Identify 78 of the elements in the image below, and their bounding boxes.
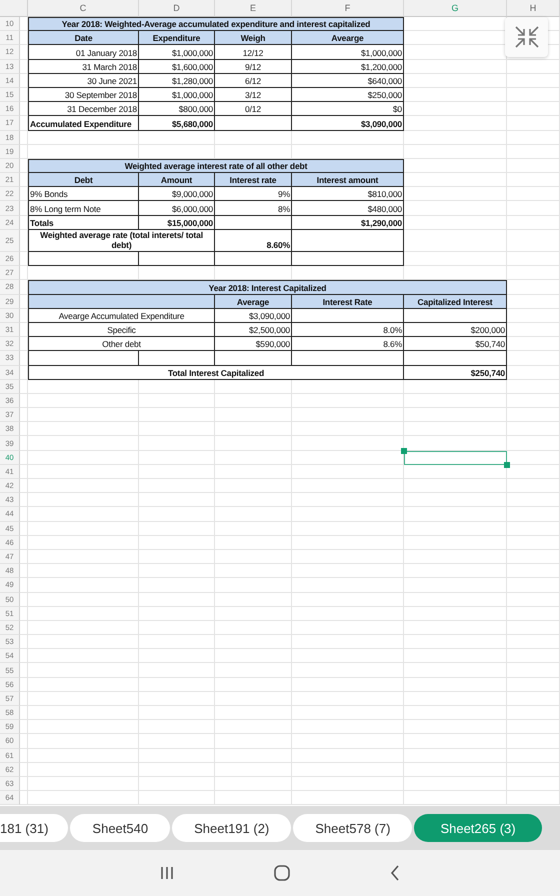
column-title: Interest Rate	[292, 294, 404, 309]
table-cell: Weighted average rate (total interets/ total debt)	[28, 230, 215, 252]
column-title: Capitalized Interest	[404, 294, 507, 309]
table-cell: Other debt	[28, 337, 215, 352]
sheet-tab[interactable]: Sheet578 (7)	[293, 814, 412, 842]
table-cell: Specific	[28, 322, 215, 338]
table-cell: 9%	[215, 187, 292, 202]
table-cell: $5,680,000	[139, 116, 215, 130]
table-cell: $480,000	[292, 201, 404, 216]
table-cell: $250,740	[404, 366, 507, 380]
column-header[interactable]: H	[507, 0, 560, 17]
table-cell: $1,290,000	[292, 216, 404, 230]
table-cell: 01 January 2018	[28, 45, 139, 60]
table-cell: 8.0%	[292, 322, 404, 338]
table-title: Year 2018: Weighted-Average accumulated expenditure and interest capitalized	[28, 17, 404, 32]
table-cell: $1,600,000	[139, 60, 215, 74]
table-cell: $200,000	[404, 322, 507, 338]
sheet-tab[interactable]: Sheet540	[70, 814, 170, 842]
column-title: Avearge	[292, 31, 404, 46]
table-cell: $1,000,000	[139, 45, 215, 60]
back-icon[interactable]	[390, 865, 400, 881]
table-cell: $800,000	[139, 102, 215, 116]
table-cell: 6/12	[215, 74, 292, 88]
column-title: Interest amount	[292, 173, 404, 188]
column-title: Amount	[139, 173, 215, 188]
table-cell: $3,090,000	[215, 308, 292, 323]
column-header[interactable]: E	[215, 0, 292, 17]
table-title: Year 2018: Interest Capitalized	[28, 280, 507, 295]
column-header[interactable]: C	[28, 0, 139, 17]
table-cell: 9/12	[215, 60, 292, 74]
table-cell: 30 June 2021	[28, 74, 139, 88]
column-title: Average	[215, 294, 292, 309]
collapse-icon[interactable]	[505, 17, 548, 57]
column-title: Debt	[28, 173, 139, 188]
table-cell: 8%	[215, 201, 292, 216]
table-cell: $250,000	[292, 88, 404, 102]
table-cell: 31 December 2018	[28, 102, 139, 116]
column-title: Interest rate	[215, 173, 292, 188]
recent-apps-icon[interactable]	[160, 866, 174, 880]
table-cell: 9% Bonds	[28, 187, 139, 202]
table-cell: $1,000,000	[139, 88, 215, 102]
column-header[interactable]: G	[404, 0, 507, 17]
table-cell: $1,000,000	[292, 45, 404, 60]
table-cell: $3,090,000	[292, 116, 404, 130]
table-cell: 0/12	[215, 102, 292, 116]
table-cell: $2,500,000	[215, 322, 292, 338]
table-cell: 3/12	[215, 88, 292, 102]
table-cell: $9,000,000	[139, 187, 215, 202]
sheet-tab[interactable]: Sheet191 (2)	[172, 814, 292, 842]
table-title: Weighted average interest rate of all other debt	[28, 158, 404, 174]
column-title: Weigh	[215, 31, 292, 46]
table-cell: 30 September 2018	[28, 88, 139, 102]
sheet-tab[interactable]: 181 (31)	[0, 814, 68, 842]
table-cell: $50,740	[404, 337, 507, 352]
cell-selection[interactable]	[401, 448, 510, 468]
table-cell: $1,280,000	[139, 74, 215, 88]
column-header[interactable]: D	[139, 0, 215, 17]
table-cell: 8.6%	[292, 337, 404, 352]
table-cell: $810,000	[292, 187, 404, 202]
home-icon[interactable]	[274, 865, 290, 881]
table-cell: 12/12	[215, 45, 292, 60]
table-cell: 31 March 2018	[28, 60, 139, 74]
table-cell: $15,000,000	[139, 216, 215, 230]
column-title: Expenditure	[139, 31, 215, 46]
table-cell: $0	[292, 102, 404, 116]
table-cell: Total Interest Capitalized	[28, 366, 404, 380]
table-cell: $640,000	[292, 74, 404, 88]
column-header[interactable]: F	[292, 0, 404, 17]
table-cell: 8.60%	[215, 230, 292, 252]
table-cell: Accumulated Expenditure	[28, 116, 139, 130]
table-cell: $1,200,000	[292, 60, 404, 74]
sheet-tab[interactable]: Sheet265 (3)	[414, 814, 542, 842]
column-title: Date	[28, 31, 139, 46]
table-cell: $590,000	[215, 337, 292, 352]
table-cell: Avearge Accumulated Expenditure	[28, 308, 215, 323]
table-cell: Totals	[28, 216, 139, 230]
table-cell: $6,000,000	[139, 201, 215, 216]
table-cell: 8% Long term Note	[28, 201, 139, 216]
